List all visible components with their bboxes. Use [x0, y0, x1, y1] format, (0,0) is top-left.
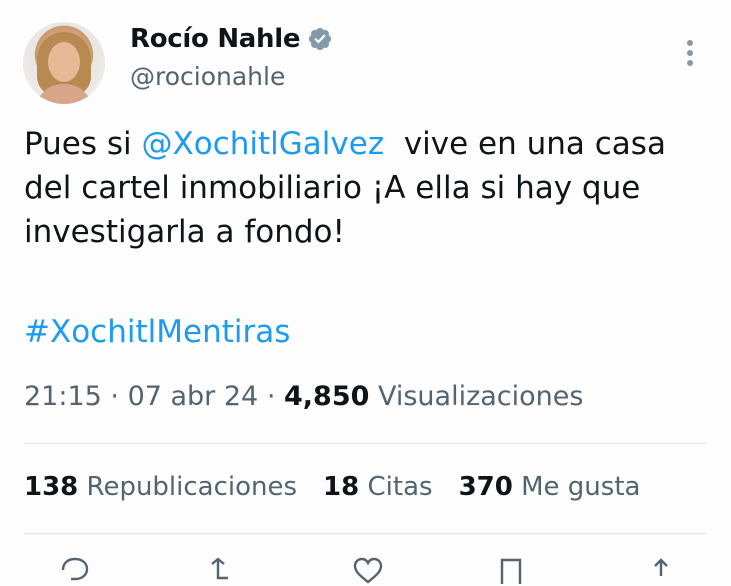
- like-icon[interactable]: [351, 556, 385, 586]
- divider-top: [24, 443, 707, 444]
- verified-badge-icon: [309, 27, 332, 51]
- reposts-stat[interactable]: 138 Republicaciones: [24, 472, 297, 502]
- likes-label: Me gusta: [512, 472, 641, 502]
- quotes-stat[interactable]: 18 Citas: [323, 472, 433, 502]
- more-dot: [687, 40, 693, 46]
- quotes-label: Citas: [359, 472, 433, 502]
- action-bar: [24, 556, 707, 586]
- tweet-text-before: Pues si: [24, 126, 142, 162]
- reposts-label: Republicaciones: [78, 472, 298, 502]
- author-display-name[interactable]: Rocío Nahle: [130, 24, 300, 54]
- more-dot: [687, 50, 693, 56]
- mention-link[interactable]: @XochitlGalvez: [142, 126, 385, 162]
- likes-count: 370: [458, 472, 513, 502]
- avatar-face: [48, 42, 80, 82]
- more-dot: [687, 60, 693, 66]
- tweet-meta: 21:15 · 07 abr 24 · 4,850 Visualizacione…: [24, 381, 583, 412]
- more-options-icon[interactable]: [680, 40, 700, 70]
- likes-stat[interactable]: 370 Me gusta: [459, 472, 641, 502]
- tweet-text: Pues si @XochitlGalvez vive en una casa …: [24, 122, 714, 254]
- reposts-count: 138: [24, 472, 79, 502]
- repost-icon[interactable]: [206, 556, 240, 586]
- quotes-count: 18: [323, 472, 360, 502]
- hashtag-link[interactable]: #XochitlMentiras: [24, 310, 290, 354]
- share-icon[interactable]: [644, 556, 678, 586]
- meta-separator: ·: [258, 381, 284, 412]
- reply-icon[interactable]: [56, 556, 90, 586]
- author-avatar[interactable]: [23, 22, 105, 104]
- tweet-date[interactable]: 07 abr 24: [128, 381, 259, 412]
- views-label: Visualizaciones: [369, 381, 584, 412]
- divider-bottom: [24, 533, 707, 534]
- author-handle[interactable]: @rocionahle: [130, 62, 285, 91]
- engagement-stats: 138 Republicaciones 18 Citas 370 Me gust…: [24, 472, 640, 502]
- meta-separator: ·: [101, 381, 128, 412]
- author-name-row: Rocío Nahle: [130, 24, 333, 54]
- tweet-time[interactable]: 21:15: [24, 381, 102, 412]
- bookmark-icon[interactable]: [494, 556, 528, 586]
- views-count: 4,850: [283, 381, 370, 412]
